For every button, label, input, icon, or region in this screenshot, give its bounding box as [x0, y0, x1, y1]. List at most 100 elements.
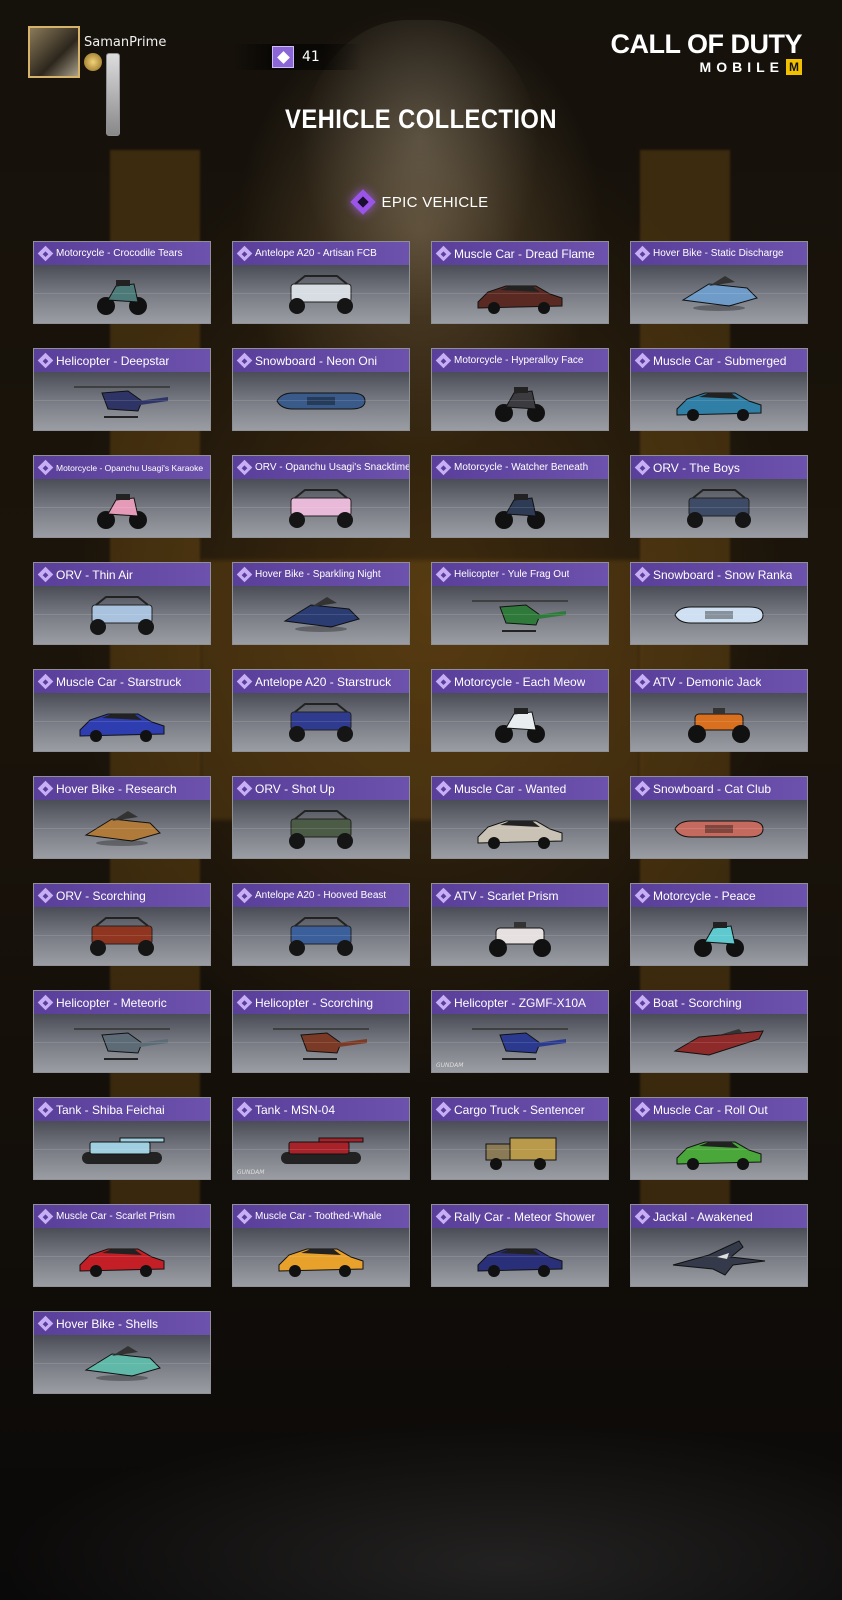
vehicle-card-header: ATV - Scarlet Prism: [432, 884, 608, 907]
vehicle-name: Boat - Scorching: [653, 995, 742, 1010]
vehicle-card[interactable]: Tank - Shiba Feichai: [33, 1097, 211, 1180]
vehicle-card[interactable]: Tank - MSN-04 GUNDAM: [232, 1097, 410, 1180]
vehicle-card[interactable]: Hover Bike - Research: [33, 776, 211, 859]
vehicle-name: Hover Bike - Shells: [56, 1316, 159, 1331]
vehicle-name: Antelope A20 - Hooved Beast: [255, 890, 387, 901]
vehicle-card[interactable]: Motorcycle - Watcher Beneath: [431, 455, 609, 538]
vehicle-name: Tank - MSN-04: [255, 1102, 336, 1117]
vehicle-card[interactable]: Muscle Car - Scarlet Prism: [33, 1204, 211, 1287]
vehicle-preview: [34, 800, 210, 858]
vehicle-card[interactable]: Muscle Car - Toothed-Whale: [232, 1204, 410, 1287]
vehicle-name: Tank - Shiba Feichai: [56, 1102, 165, 1117]
vehicle-card[interactable]: ORV - The Boys: [630, 455, 808, 538]
boat-vehicle-icon: [673, 1029, 764, 1056]
hover-vehicle-icon: [84, 811, 161, 846]
vehicle-card-header: Motorcycle - Each Meow: [432, 670, 608, 693]
vehicle-card[interactable]: Helicopter - Meteoric: [33, 990, 211, 1073]
vehicle-name: Motorcycle - Hyperalloy Face: [454, 355, 584, 366]
hover-vehicle-icon: [84, 1346, 161, 1381]
vehicle-card-header: ORV - Shot Up: [233, 777, 409, 800]
vehicle-card[interactable]: ORV - Opanchu Usagi's Snacktime: [232, 455, 410, 538]
vehicle-name: Helicopter - ZGMF-X10A: [454, 995, 587, 1010]
epic-rarity-icon: [435, 673, 452, 690]
vehicle-preview: [432, 1228, 608, 1286]
vehicle-card[interactable]: Muscle Car - Wanted: [431, 776, 609, 859]
epic-rarity-icon: [236, 245, 253, 262]
vehicle-preview: [34, 1228, 210, 1286]
vehicle-card[interactable]: Rally Car - Meteor Shower: [431, 1204, 609, 1287]
vehicle-card[interactable]: Cargo Truck - Sentencer: [431, 1097, 609, 1180]
epic-rarity-icon: [634, 780, 651, 797]
vehicle-name: Motorcycle - Peace: [653, 888, 756, 903]
vehicle-card[interactable]: Snowboard - Snow Ranka: [630, 562, 808, 645]
vehicle-preview: [432, 907, 608, 965]
vehicle-card[interactable]: Helicopter - Scorching: [232, 990, 410, 1073]
car-vehicle-icon: [278, 1248, 364, 1277]
vehicle-preview: [432, 586, 608, 644]
vehicle-card[interactable]: Hover Bike - Sparkling Night: [232, 562, 410, 645]
vehicle-card[interactable]: ORV - Thin Air: [33, 562, 211, 645]
epic-rarity-icon: [435, 994, 452, 1011]
vehicle-preview: [631, 586, 807, 644]
vehicle-card[interactable]: Muscle Car - Starstruck: [33, 669, 211, 752]
vehicle-card[interactable]: Motorcycle - Opanchu Usagi's Karaoke: [33, 455, 211, 538]
vehicle-preview: [34, 907, 210, 965]
vehicle-preview: [34, 586, 210, 644]
car-vehicle-icon: [477, 285, 563, 314]
vehicle-card[interactable]: Snowboard - Neon Oni: [232, 348, 410, 431]
vehicle-card-header: Snowboard - Neon Oni: [233, 349, 409, 372]
vehicle-card[interactable]: Helicopter - Yule Frag Out: [431, 562, 609, 645]
vehicle-card[interactable]: Antelope A20 - Artisan FCB: [232, 241, 410, 324]
vehicle-card[interactable]: Antelope A20 - Starstruck: [232, 669, 410, 752]
vehicle-card[interactable]: Snowboard - Cat Club: [630, 776, 808, 859]
vehicle-card-header: Hover Bike - Static Discharge: [631, 242, 807, 265]
vehicle-name: Muscle Car - Starstruck: [56, 674, 182, 689]
section-label: EPIC VEHICLE: [381, 193, 489, 211]
epic-rarity-icon: [37, 994, 54, 1011]
vehicle-preview: [631, 907, 807, 965]
car-vehicle-icon: [79, 713, 165, 742]
vehicle-card[interactable]: Hover Bike - Shells: [33, 1311, 211, 1394]
vehicle-card[interactable]: Muscle Car - Dread Flame: [431, 241, 609, 324]
epic-rarity-icon: [236, 1101, 253, 1118]
vehicle-card-header: Tank - Shiba Feichai: [34, 1098, 210, 1121]
avatar[interactable]: [28, 26, 80, 78]
rank-badge-icon: [84, 53, 102, 71]
vehicle-card-header: Muscle Car - Submerged: [631, 349, 807, 372]
vehicle-card[interactable]: Motorcycle - Each Meow: [431, 669, 609, 752]
vehicle-preview: [34, 479, 210, 537]
epic-rarity-icon: [37, 459, 54, 476]
vehicle-card[interactable]: ATV - Demonic Jack: [630, 669, 808, 752]
motorcycle-vehicle-icon: [694, 922, 744, 957]
vehicle-name: ORV - The Boys: [653, 460, 740, 475]
epic-rarity-icon: [634, 887, 651, 904]
epic-rarity-icon: [37, 780, 54, 797]
vehicle-card[interactable]: Boat - Scorching: [630, 990, 808, 1073]
atv-vehicle-icon: [688, 708, 750, 743]
vehicle-card-header: Helicopter - Scorching: [233, 991, 409, 1014]
motorcycle-vehicle-icon: [97, 280, 147, 315]
collab-tag: GUNDAM: [436, 1062, 464, 1069]
vehicle-card[interactable]: ORV - Shot Up: [232, 776, 410, 859]
vehicle-card[interactable]: ORV - Scorching: [33, 883, 211, 966]
car-vehicle-icon: [477, 1248, 563, 1277]
vehicle-name: Helicopter - Meteoric: [56, 995, 167, 1010]
vehicle-card[interactable]: Motorcycle - Crocodile Tears: [33, 241, 211, 324]
vehicle-card[interactable]: Antelope A20 - Hooved Beast: [232, 883, 410, 966]
vehicle-card[interactable]: Helicopter - ZGMF-X10A GUNDAM: [431, 990, 609, 1073]
vehicle-card-header: Motorcycle - Peace: [631, 884, 807, 907]
vehicle-card[interactable]: Muscle Car - Roll Out: [630, 1097, 808, 1180]
currency-counter: 41: [232, 44, 362, 70]
board-vehicle-icon: [674, 820, 764, 838]
vehicle-card[interactable]: Jackal - Awakened: [630, 1204, 808, 1287]
vehicle-preview: [631, 1014, 807, 1072]
vehicle-card[interactable]: Helicopter - Deepstar: [33, 348, 211, 431]
vehicle-name: Cargo Truck - Sentencer: [454, 1102, 585, 1117]
vehicle-card[interactable]: Motorcycle - Peace: [630, 883, 808, 966]
vehicle-card[interactable]: Motorcycle - Hyperalloy Face: [431, 348, 609, 431]
background-fog: [0, 1420, 842, 1600]
hover-vehicle-icon: [283, 597, 360, 632]
vehicle-card[interactable]: Muscle Car - Submerged: [630, 348, 808, 431]
vehicle-card[interactable]: Hover Bike - Static Discharge: [630, 241, 808, 324]
vehicle-card[interactable]: ATV - Scarlet Prism: [431, 883, 609, 966]
